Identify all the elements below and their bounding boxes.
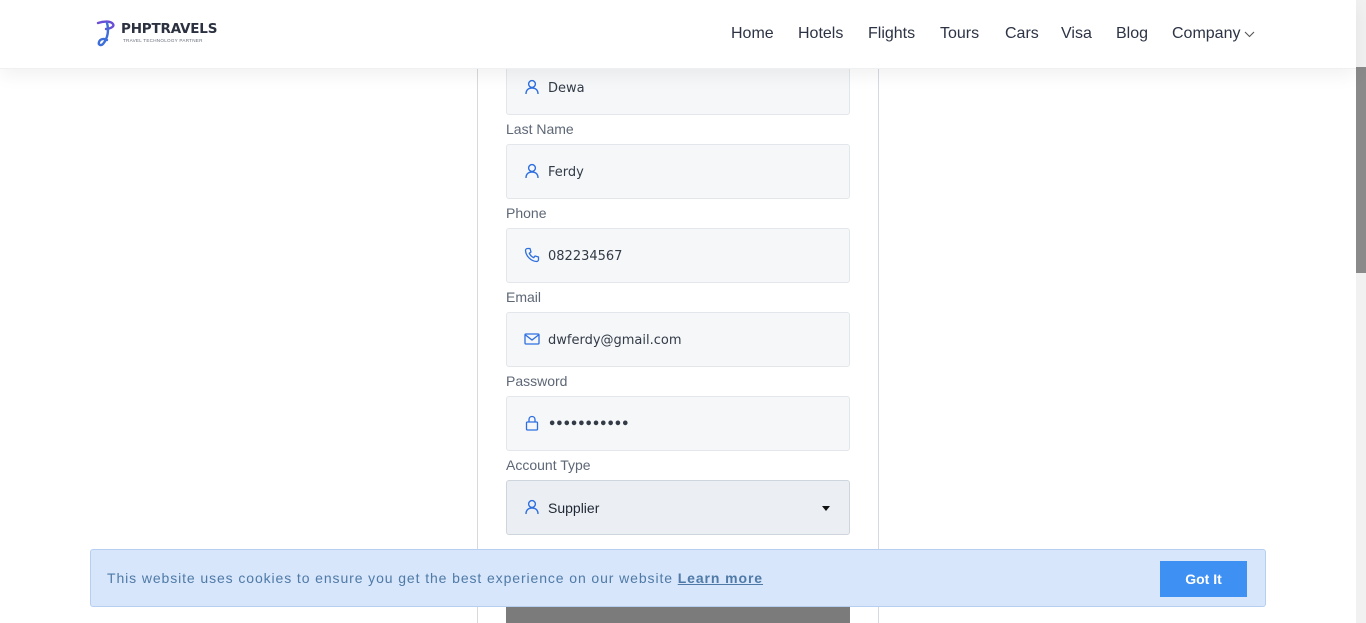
account-type-select[interactable]: Supplier [506,480,850,535]
password-field[interactable]: ••••••••••• [506,396,850,451]
user-icon [524,79,540,95]
nav-home[interactable]: Home [731,25,774,43]
cookie-banner: This website uses cookies to ensure you … [90,549,1266,607]
caret-down-icon [822,506,830,511]
nav-visa[interactable]: Visa [1061,25,1092,43]
nav-tours[interactable]: Tours [940,25,979,43]
last-name-field[interactable]: Ferdy [506,144,850,199]
user-icon [524,499,540,515]
account-type-label: Account Type [506,457,591,473]
nav-hotels[interactable]: Hotels [798,25,843,43]
phone-field[interactable]: 082234567 [506,228,850,283]
learn-more-link[interactable]: Learn more [678,570,763,586]
last-name-value: Ferdy [548,165,584,180]
phone-label: Phone [506,205,547,221]
email-field[interactable]: dwferdy@gmail.com [506,312,850,367]
user-icon [524,163,540,179]
first-name-value: Dewa [548,81,585,96]
chevron-down-icon[interactable] [1244,31,1255,38]
nav-flights[interactable]: Flights [868,25,915,43]
email-label: Email [506,289,542,305]
phone-value: 082234567 [548,249,623,264]
nav-blog[interactable]: Blog [1116,25,1148,43]
phone-icon [524,247,540,263]
lock-icon [524,415,540,431]
account-type-value: Supplier [548,500,600,516]
cookie-message-line: This website uses cookies to ensure you … [107,550,763,606]
got-it-button[interactable]: Got It [1160,561,1247,597]
password-value: ••••••••••• [548,417,629,432]
email-value: dwferdy@gmail.com [548,333,682,348]
nav-company[interactable]: Company [1172,25,1240,43]
password-label: Password [506,373,568,389]
logo-mark-icon [96,20,115,47]
mail-icon [524,331,540,347]
brand-logo[interactable]: PHPTRAVELS TRAVEL TECHNOLOGY PARTNER [96,20,217,48]
brand-tagline: TRAVEL TECHNOLOGY PARTNER [123,38,203,43]
site-header: PHPTRAVELS TRAVEL TECHNOLOGY PARTNER Hom… [0,0,1356,69]
scrollbar-thumb[interactable] [1356,67,1366,273]
last-name-label: Last Name [506,121,574,137]
cookie-message: This website uses cookies to ensure you … [107,570,673,586]
nav-cars[interactable]: Cars [1005,25,1039,43]
brand-name: PHPTRAVELS [121,21,218,37]
